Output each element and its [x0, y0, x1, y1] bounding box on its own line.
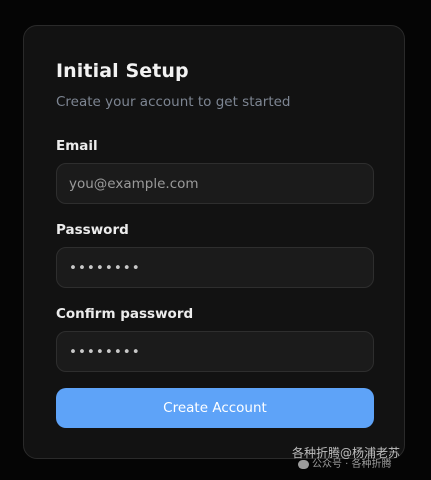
watermark: 各种折腾@杨浦老苏 公众号 · 各种折腾 [292, 446, 400, 470]
password-field[interactable] [56, 247, 374, 288]
page-title: Initial Setup [56, 60, 189, 82]
watermark-line2: 公众号 · 各种折腾 [312, 459, 392, 470]
confirm-password-label: Confirm password [56, 306, 194, 322]
password-label: Password [56, 222, 129, 238]
confirm-password-field[interactable] [56, 331, 374, 372]
watermark-line2-row: 公众号 · 各种折腾 [298, 457, 392, 472]
create-account-button[interactable]: Create Account [56, 388, 374, 428]
setup-card: Initial Setup Create your account to get… [23, 25, 405, 459]
email-label: Email [56, 138, 98, 154]
page-subtitle: Create your account to get started [56, 94, 291, 110]
wechat-icon [298, 460, 309, 469]
email-field[interactable] [56, 163, 374, 204]
